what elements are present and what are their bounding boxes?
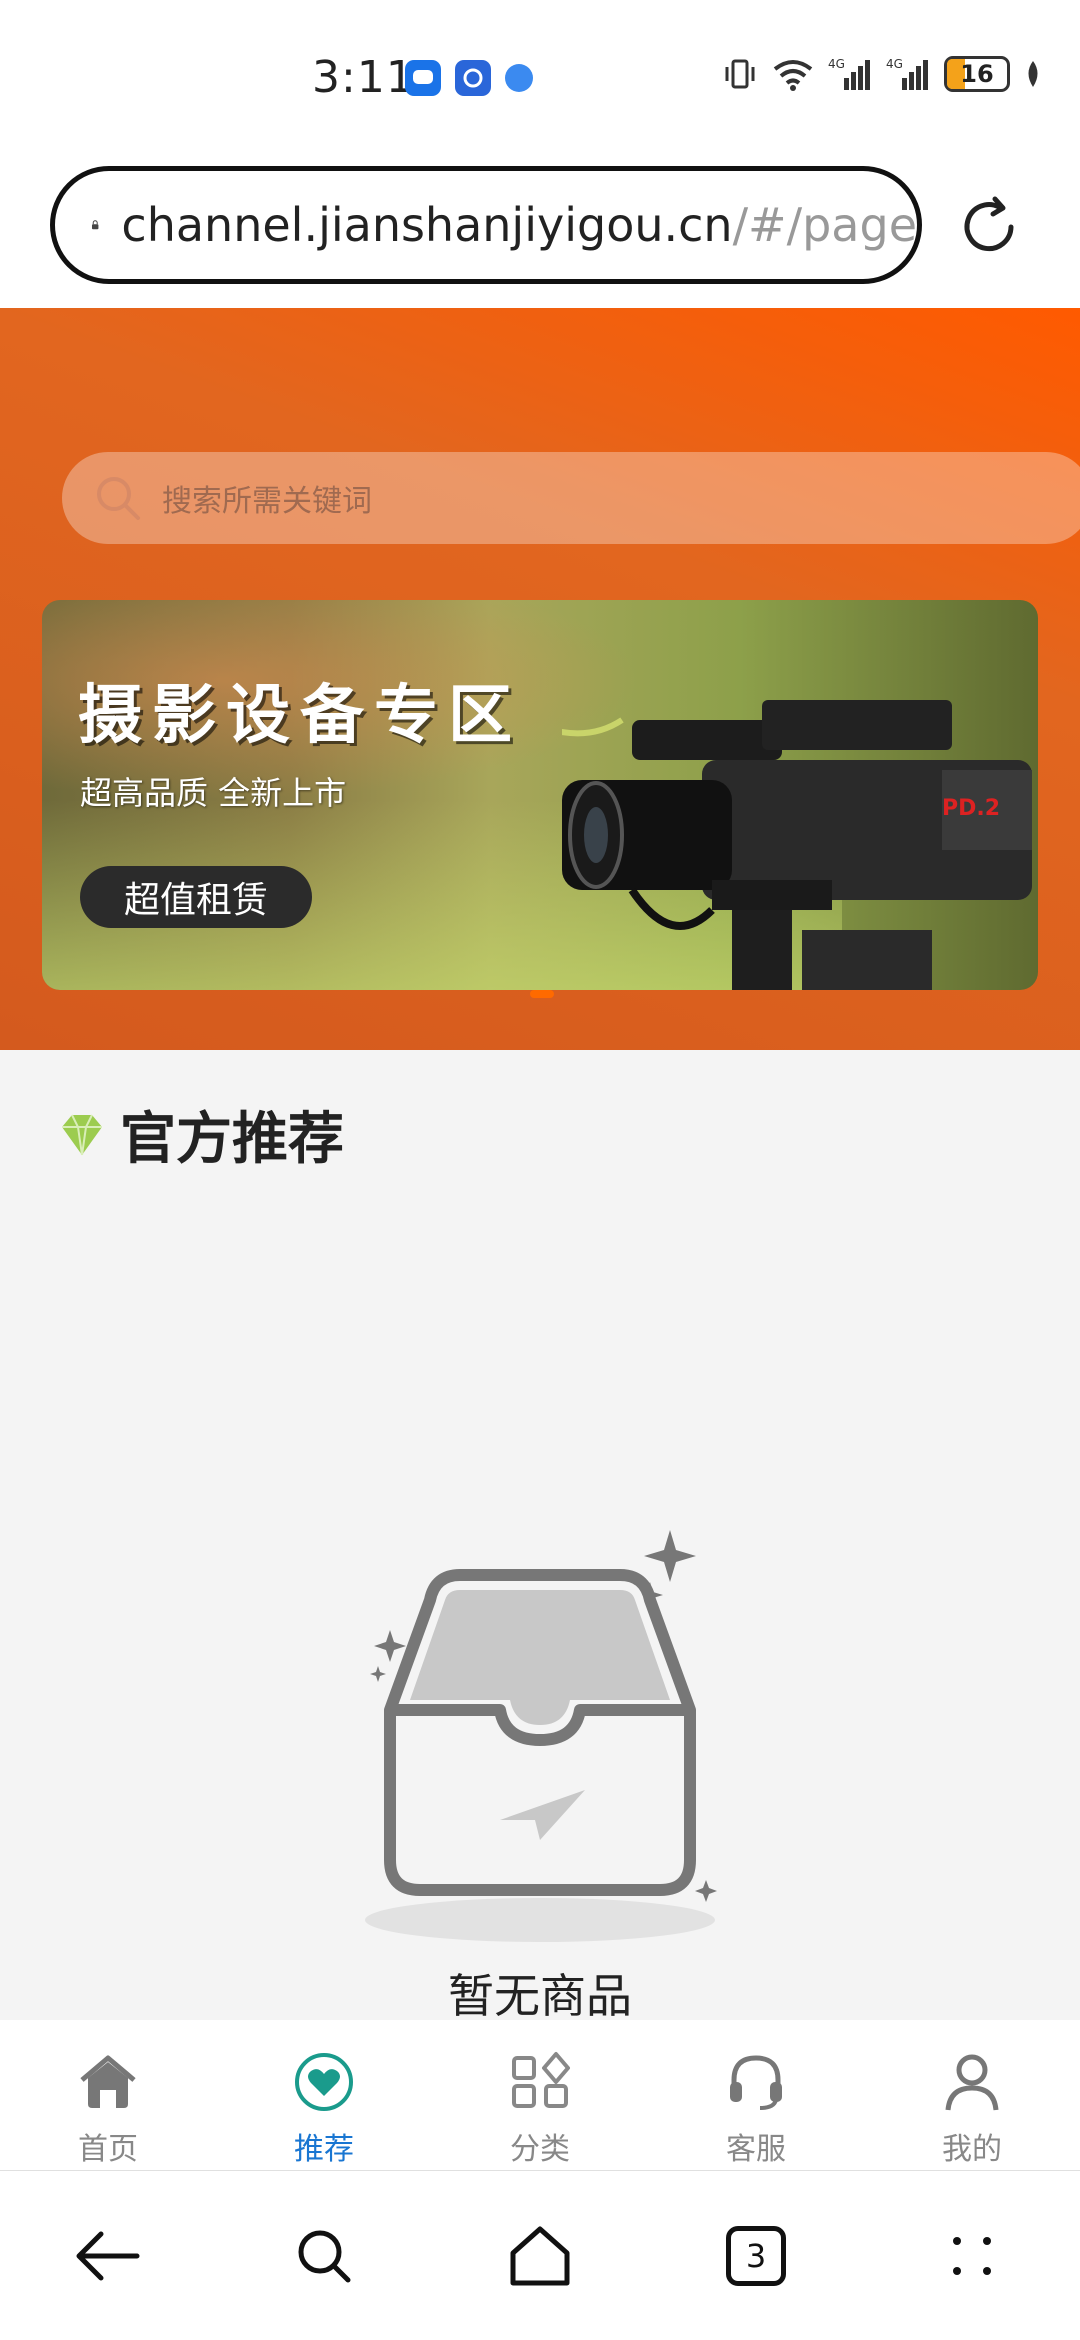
- promo-banner[interactable]: 摄影设备专区 超高品质 全新上市 超值租赁 PD.2: [42, 600, 1038, 990]
- signal-4g-icon: 4G: [828, 57, 870, 90]
- section-header: 官方推荐: [56, 1094, 344, 1175]
- banner-subtitle: 超高品质 全新上市: [80, 774, 347, 812]
- section-title: 官方推荐: [120, 1107, 344, 1172]
- headset-icon: [730, 2055, 782, 2110]
- back-arrow-icon: [76, 2231, 140, 2280]
- diamond-icon: [62, 1114, 102, 1155]
- reload-icon[interactable]: [955, 193, 1023, 261]
- address-bar[interactable]: channel.jianshanjiyigou.cn/#/page: [50, 166, 922, 284]
- status-bar: 3:11 4G 4G 16: [0, 0, 1080, 160]
- tab-home-label: 首页: [78, 2132, 138, 2167]
- tab-category[interactable]: 分类: [432, 2020, 648, 2170]
- signal-4g-icon-2: 4G: [886, 57, 928, 90]
- more-dots-icon: [953, 2236, 991, 2275]
- search-nav-button[interactable]: [274, 2206, 374, 2306]
- leaf-icon: [1028, 61, 1038, 87]
- banner-title: 摄影设备专区: [78, 679, 522, 753]
- tab-profile[interactable]: 我的: [864, 2020, 1080, 2170]
- url-text: channel.jianshanjiyigou.cn/#/page: [121, 198, 917, 252]
- vibrate-icon: [725, 59, 755, 89]
- video-camera-image: PD.2: [562, 700, 1032, 990]
- search-nav-icon: [298, 2230, 351, 2282]
- menu-button[interactable]: [922, 2206, 1022, 2306]
- home-icon: [80, 2055, 136, 2108]
- tab-service[interactable]: 客服: [648, 2020, 864, 2170]
- tabs-button[interactable]: 3: [706, 2206, 806, 2306]
- system-indicators: 4G 4G 16: [722, 56, 1042, 92]
- svg-text:PD.2: PD.2: [942, 796, 1000, 821]
- hero-section: 搜索所需关键词 摄影设备专区 超高品质 全新上市 超值租赁 PD.2: [0, 308, 1080, 1050]
- lock-icon: [91, 220, 99, 230]
- home-nav-button[interactable]: [490, 2206, 590, 2306]
- url-path: /#/page: [732, 198, 917, 252]
- search-placeholder: 搜索所需关键词: [162, 484, 372, 519]
- svg-text:4G: 4G: [828, 57, 845, 71]
- back-button[interactable]: [58, 2206, 158, 2306]
- url-host: channel.jianshanjiyigou.cn: [121, 198, 733, 252]
- empty-box-illustration: [365, 1530, 717, 1942]
- app-notification-icon: [455, 60, 491, 96]
- notification-icons: [405, 60, 533, 96]
- tab-service-label: 客服: [726, 2132, 786, 2167]
- tab-recommend[interactable]: 推荐: [216, 2020, 432, 2170]
- status-time: 3:11: [312, 52, 415, 103]
- battery-indicator: 16: [944, 56, 1010, 92]
- banner-rent-button[interactable]: 超值租赁: [80, 866, 312, 928]
- search-icon: [97, 477, 140, 520]
- message-app-icon: [405, 60, 441, 96]
- heart-icon: [295, 2053, 353, 2111]
- bottom-tab-bar: 首页 推荐 分类 客服 我的: [0, 2020, 1080, 2170]
- home-nav-icon: [510, 2226, 570, 2285]
- tabs-count: 3: [726, 2225, 786, 2286]
- tab-recommend-label: 推荐: [294, 2132, 354, 2167]
- browser-notification-icon: [505, 64, 533, 92]
- battery-level: 16: [960, 60, 994, 88]
- tab-category-label: 分类: [510, 2132, 570, 2167]
- banner-dot-indicator: [530, 990, 554, 998]
- search-input[interactable]: 搜索所需关键词: [62, 452, 1080, 544]
- empty-state-text: 暂无商品: [448, 1969, 632, 2023]
- content-area: 官方推荐 暂无商品: [0, 1050, 1080, 2023]
- category-icon: [512, 2052, 570, 2108]
- wifi-icon: [773, 60, 813, 91]
- browser-nav-bar: 3: [0, 2170, 1080, 2340]
- tab-home[interactable]: 首页: [0, 2020, 216, 2170]
- svg-text:4G: 4G: [886, 57, 903, 71]
- user-icon: [945, 2054, 999, 2111]
- tab-profile-label: 我的: [942, 2132, 1002, 2167]
